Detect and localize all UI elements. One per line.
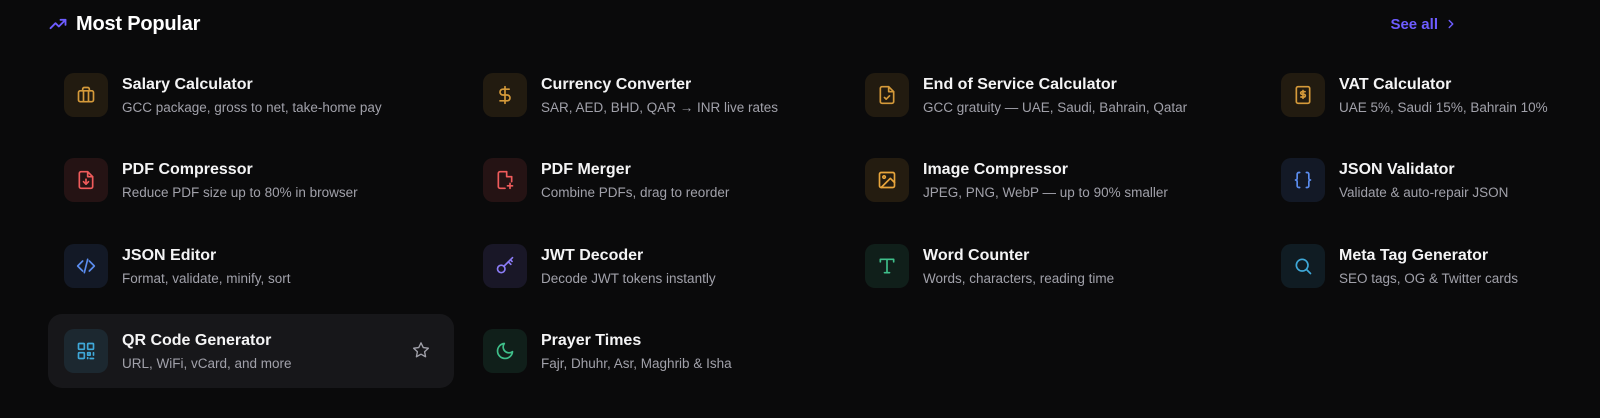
tool-icon-box [64, 244, 108, 288]
tool-description: Format, validate, minify, sort [122, 270, 291, 286]
tool-text: JWT Decoder Decode JWT tokens instantly [541, 247, 716, 286]
tool-title: Currency Converter [541, 75, 692, 93]
tool-description: SEO tags, OG & Twitter cards [1339, 270, 1519, 286]
tool-card-vat-calculator[interactable]: VAT Calculator UAE 5%, Saudi 15%, Bahrain… [1265, 58, 1600, 132]
section-header: Most Popular See all [48, 10, 1454, 38]
tool-icon-box [483, 158, 527, 202]
tool-description: GCC gratuity — UAE, Saudi, Bahrain, Qata… [923, 99, 1188, 115]
see-all-link[interactable]: See all [1390, 16, 1458, 33]
key-icon [496, 256, 514, 274]
tool-title: Word Counter [923, 246, 1030, 264]
tool-title: Salary Calculator [122, 75, 253, 93]
tool-icon-box [865, 158, 909, 202]
tool-title: End of Service Calculator [923, 75, 1117, 93]
tool-icon-box [1281, 158, 1325, 202]
tool-card-end-of-service-calculator[interactable]: End of Service Calculator GCC gratuity — … [849, 58, 1255, 132]
tool-description: UAE 5%, Saudi 15%, Bahrain 10% [1339, 99, 1548, 115]
image-icon [878, 171, 896, 189]
tool-description: Words, characters, reading time [923, 270, 1115, 286]
tool-text: End of Service Calculator GCC gratuity — … [923, 76, 1187, 115]
moon-icon [496, 342, 514, 360]
tool-description: JPEG, PNG, WebP — up to 90% smaller [923, 184, 1168, 200]
tool-card-json-editor[interactable]: JSON Editor Format, validate, minify, sor… [48, 229, 454, 303]
tool-card-currency-converter[interactable]: Currency Converter SAR, AED, BHD, QAR → I… [467, 58, 873, 132]
tool-card-pdf-merger[interactable]: PDF Merger Combine PDFs, drag to reorder [467, 143, 873, 217]
tool-card-jwt-decoder[interactable]: JWT Decoder Decode JWT tokens instantly [467, 229, 873, 303]
trending-up-icon [48, 14, 68, 34]
tool-card-image-compressor[interactable]: Image Compressor JPEG, PNG, WebP — up to … [849, 143, 1255, 217]
tool-text: Image Compressor JPEG, PNG, WebP — up to … [923, 161, 1168, 200]
file-check-icon [879, 85, 895, 105]
tool-text: Prayer Times Fajr, Dhuhr, Asr, Maghrib & … [541, 332, 732, 371]
tool-card-qr-code-generator[interactable]: QR Code Generator URL, WiFi, vCard, and m… [48, 314, 454, 388]
tool-card-pdf-compressor[interactable]: PDF Compressor Reduce PDF size up to 80% … [48, 143, 454, 217]
search-icon [1295, 258, 1312, 275]
tool-description: URL, WiFi, vCard, and more [122, 355, 292, 371]
see-all-label: See all [1390, 15, 1438, 33]
tool-description: Decode JWT tokens instantly [541, 270, 716, 286]
tool-text: PDF Compressor Reduce PDF size up to 80% … [122, 161, 358, 200]
tool-card-meta-tag-generator[interactable]: Meta Tag Generator SEO tags, OG & Twitter… [1265, 229, 1600, 303]
dollar-icon [499, 85, 511, 105]
tool-icon-box [1281, 244, 1325, 288]
file-plus-icon [497, 170, 514, 190]
tool-card-json-validator[interactable]: JSON Validator Validate & auto-repair JSO… [1265, 143, 1600, 217]
code-icon [76, 258, 96, 274]
tool-text: Meta Tag Generator SEO tags, OG & Twitter… [1339, 247, 1518, 286]
favorite-star-icon[interactable] [412, 341, 432, 361]
tool-icon-box [483, 329, 527, 373]
tool-text: VAT Calculator UAE 5%, Saudi 15%, Bahrain… [1339, 76, 1548, 115]
tool-title: QR Code Generator [122, 331, 272, 349]
tool-description: Reduce PDF size up to 80% in browser [122, 184, 358, 200]
tool-icon-box [1281, 73, 1325, 117]
briefcase-icon [77, 86, 95, 103]
tool-icon-box [865, 244, 909, 288]
receipt-icon [1295, 85, 1311, 105]
tool-title: Meta Tag Generator [1339, 246, 1489, 264]
tool-description: Fajr, Dhuhr, Asr, Maghrib & Isha [541, 355, 732, 371]
tool-icon-box [64, 158, 108, 202]
tool-text: Salary Calculator GCC package, gross to n… [122, 76, 382, 115]
tool-icon-box [64, 73, 108, 117]
tool-title: JWT Decoder [541, 246, 644, 264]
tool-description: Validate & auto-repair JSON [1339, 184, 1509, 200]
braces-icon [1294, 171, 1312, 189]
tool-icon-box [483, 244, 527, 288]
tool-card-word-counter[interactable]: Word Counter Words, characters, reading t… [849, 229, 1255, 303]
tool-card-salary-calculator[interactable]: Salary Calculator GCC package, gross to n… [48, 58, 454, 132]
most-popular-section: Most Popular See all Salary Calculator GC… [0, 0, 1600, 418]
tool-text: JSON Editor Format, validate, minify, sor… [122, 247, 291, 286]
tool-description: Combine PDFs, drag to reorder [541, 184, 730, 200]
tool-text: Currency Converter SAR, AED, BHD, QAR → I… [541, 76, 778, 115]
tool-title: JSON Editor [122, 246, 217, 264]
tool-icon-box [865, 73, 909, 117]
tool-text: JSON Validator Validate & auto-repair JSO… [1339, 161, 1508, 200]
tool-text: PDF Merger Combine PDFs, drag to reorder [541, 161, 729, 200]
tool-description: GCC package, gross to net, take-home pay [122, 99, 382, 115]
section-title-wrap: Most Popular [48, 13, 200, 36]
tool-title: VAT Calculator [1339, 75, 1452, 93]
tool-title: JSON Validator [1339, 160, 1455, 178]
tool-text: QR Code Generator URL, WiFi, vCard, and m… [122, 332, 292, 371]
tool-text: Word Counter Words, characters, reading t… [923, 247, 1114, 286]
qr-code-icon [77, 342, 95, 360]
tool-title: Prayer Times [541, 331, 642, 349]
tool-icon-box [483, 73, 527, 117]
tool-title: Image Compressor [923, 160, 1068, 178]
tool-description: SAR, AED, BHD, QAR → INR live rates [541, 99, 779, 115]
tool-title: PDF Compressor [122, 160, 253, 178]
tool-title: PDF Merger [541, 160, 631, 178]
file-download-icon [78, 170, 94, 190]
chevron-right-icon [1444, 17, 1458, 31]
tool-icon-box [64, 329, 108, 373]
section-title: Most Popular [76, 12, 201, 35]
text-icon [879, 258, 895, 274]
tool-card-prayer-times[interactable]: Prayer Times Fajr, Dhuhr, Asr, Maghrib & … [467, 314, 873, 388]
